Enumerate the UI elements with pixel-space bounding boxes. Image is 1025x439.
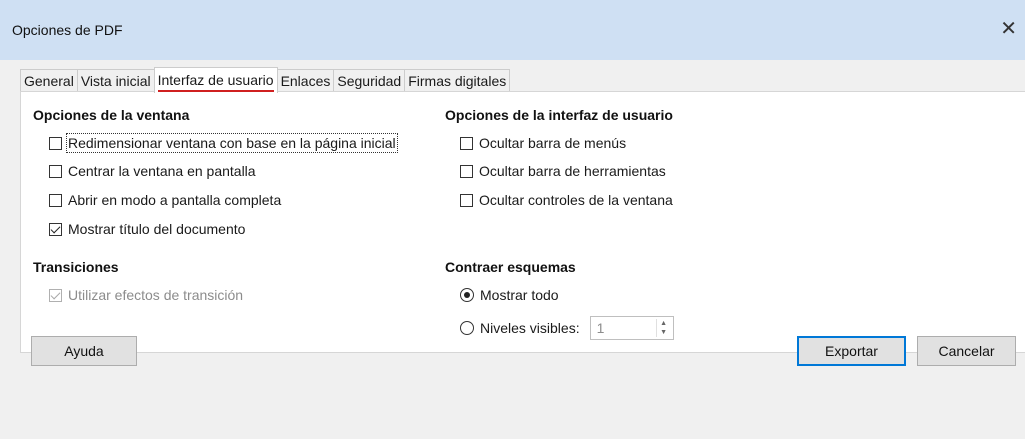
option-hide-menubar[interactable]: Ocultar barra de menús	[460, 133, 626, 153]
active-tab-underline	[157, 90, 274, 92]
visible-levels-label: Niveles visibles:	[480, 320, 580, 336]
spin-up-icon[interactable]: ▲	[657, 319, 671, 328]
visible-levels-value: 1	[596, 320, 605, 336]
window-title: Opciones de PDF	[12, 22, 123, 38]
option-hide-toolbar[interactable]: Ocultar barra de herramientas	[460, 161, 666, 181]
visible-levels-spinbox[interactable]: 1 ▲ ▼	[589, 316, 674, 340]
transitions-heading: Transiciones	[33, 259, 119, 275]
resize-window-checkbox[interactable]	[49, 136, 62, 150]
collapse-outlines-heading: Contraer esquemas	[445, 259, 576, 275]
visible-levels-radio[interactable]	[460, 321, 474, 335]
transition-effects-label: Utilizar efectos de transición	[68, 287, 244, 303]
spin-down-icon[interactable]: ▼	[657, 328, 671, 337]
show-doc-title-label: Mostrar título del documento	[68, 221, 246, 237]
show-all-radio[interactable]	[460, 288, 474, 302]
help-button[interactable]: Ayuda	[31, 336, 137, 366]
show-all-label: Mostrar todo	[480, 287, 559, 303]
ui-options-heading: Opciones de la interfaz de usuario	[445, 107, 673, 123]
window-options-heading: Opciones de la ventana	[33, 107, 190, 123]
hide-menubar-label: Ocultar barra de menús	[479, 135, 627, 151]
cancel-button[interactable]: Cancelar	[917, 336, 1016, 366]
hide-toolbar-label: Ocultar barra de herramientas	[479, 163, 666, 179]
hide-toolbar-checkbox[interactable]	[460, 164, 473, 178]
show-doc-title-checkbox[interactable]	[49, 222, 62, 236]
resize-window-label: Redimensionar ventana con base en la pág…	[66, 133, 398, 153]
tab-links[interactable]: Enlaces	[276, 69, 335, 92]
tab-user-interface-label: Interfaz de usuario	[157, 72, 274, 88]
hide-window-controls-checkbox[interactable]	[460, 193, 473, 207]
full-screen-label: Abrir en modo a pantalla completa	[68, 192, 282, 208]
close-icon[interactable]: ✕	[1000, 16, 1017, 41]
center-window-label: Centrar la ventana en pantalla	[68, 163, 256, 179]
tab-user-interface[interactable]: Interfaz de usuario	[153, 67, 278, 93]
option-center-window[interactable]: Centrar la ventana en pantalla	[49, 161, 256, 181]
center-window-checkbox[interactable]	[49, 164, 62, 178]
option-resize-window[interactable]: Redimensionar ventana con base en la pág…	[49, 133, 398, 153]
tab-initial-view[interactable]: Vista inicial	[76, 69, 155, 92]
option-transition-effects: Utilizar efectos de transición	[49, 285, 243, 305]
spin-arrows[interactable]: ▲ ▼	[655, 319, 671, 337]
dialog-body: General Vista inicial Interfaz de usuari…	[0, 60, 1025, 439]
hide-window-controls-label: Ocultar controles de la ventana	[479, 192, 673, 208]
full-screen-checkbox[interactable]	[49, 193, 62, 207]
tab-security[interactable]: Seguridad	[333, 69, 406, 92]
option-show-doc-title[interactable]: Mostrar título del documento	[49, 219, 245, 239]
export-button[interactable]: Exportar	[797, 336, 906, 366]
hide-menubar-checkbox[interactable]	[460, 136, 473, 150]
title-bar: Opciones de PDF ✕	[0, 0, 1025, 60]
option-full-screen[interactable]: Abrir en modo a pantalla completa	[49, 190, 281, 210]
option-visible-levels[interactable]: Niveles visibles: 1 ▲ ▼	[460, 315, 674, 341]
option-show-all[interactable]: Mostrar todo	[460, 285, 559, 305]
tab-panel: Opciones de la ventana Redimensionar ven…	[20, 91, 1025, 353]
tab-general[interactable]: General	[20, 69, 78, 92]
option-hide-window-controls[interactable]: Ocultar controles de la ventana	[460, 190, 673, 210]
tab-digital-signatures[interactable]: Firmas digitales	[404, 69, 511, 92]
tab-bar: General Vista inicial Interfaz de usuari…	[20, 67, 511, 93]
transition-effects-checkbox	[49, 288, 62, 302]
